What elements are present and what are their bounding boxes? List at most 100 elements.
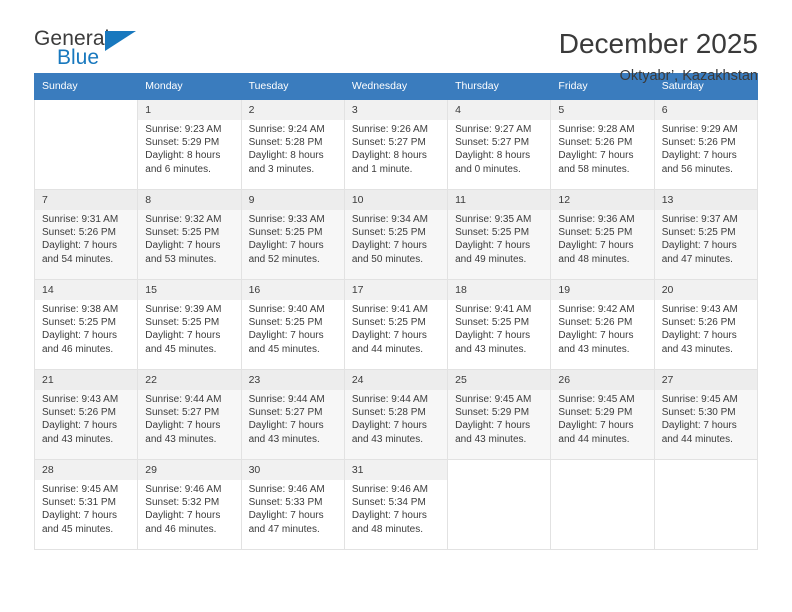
calendar-day-cell[interactable]: 9 Sunrise: 9:33 AM Sunset: 5:25 PM Daylight…: [240, 189, 345, 280]
weekday-header-sunday: Sunday: [33, 73, 139, 100]
calendar-day-cell[interactable]: 6 Sunrise: 9:29 AM Sunset: 5:26 PM Daylight…: [653, 99, 759, 190]
sunrise-text: Sunrise: 9:41 AM: [351, 304, 428, 315]
calendar-day-cell[interactable]: 11 Sunrise: 9:35 AM Sunset: 5:25 PM Dayligh…: [447, 189, 552, 280]
calendar-day-cell[interactable]: 29 Sunrise: 9:46 AM Sunset: 5:32 PM Dayligh…: [137, 459, 242, 550]
calendar-day-cell[interactable]: 27 Sunrise: 9:45 AM Sunset: 5:30 PM Dayligh…: [653, 369, 759, 460]
daylight-text: and 53 minutes.: [145, 253, 217, 265]
daylight-text: and 52 minutes.: [248, 253, 320, 265]
sunset-text: Sunset: 5:27 PM: [351, 137, 426, 149]
calendar-week-row: 14 Sunrise: 9:38 AM Sunset: 5:25 PM Dayligh…: [33, 279, 759, 370]
calendar-day-cell[interactable]: 13 Sunrise: 9:37 AM Sunset: 5:25 PM Dayligh…: [653, 189, 759, 280]
weekday-header-monday: Monday: [137, 73, 242, 100]
calendar-day-cell[interactable]: 25 Sunrise: 9:45 AM Sunset: 5:29 PM Dayligh…: [447, 369, 552, 460]
calendar-day-cell[interactable]: 28 Sunrise: 9:45 AM Sunset: 5:31 PM Dayligh…: [33, 459, 139, 550]
daylight-text: and 47 minutes.: [661, 253, 733, 265]
general-blue-logo[interactable]: General Blue: [34, 28, 154, 76]
calendar-day-cell[interactable]: 4 Sunrise: 9:27 AM Sunset: 5:27 PM Daylight…: [447, 99, 552, 190]
calendar-day-cell[interactable]: 5 Sunrise: 9:28 AM Sunset: 5:26 PM Daylight…: [550, 99, 655, 190]
calendar-day-cell[interactable]: 18 Sunrise: 9:41 AM Sunset: 5:25 PM Dayligh…: [447, 279, 552, 370]
daylight-text: Daylight: 7 hours: [248, 420, 324, 432]
sunset-text: Sunset: 5:28 PM: [351, 407, 426, 419]
sunrise-text: Sunrise: 9:44 AM: [351, 394, 428, 405]
daylight-text: and 43 minutes.: [42, 433, 114, 445]
sunset-text: Sunset: 5:26 PM: [558, 317, 633, 329]
daylight-text: Daylight: 8 hours: [455, 150, 531, 162]
sunrise-text: Sunrise: 9:35 AM: [455, 214, 532, 225]
sunrise-text: Sunrise: 9:23 AM: [145, 124, 222, 135]
calendar-day-cell[interactable]: 3 Sunrise: 9:26 AM Sunset: 5:27 PM Daylight…: [343, 99, 449, 190]
sunrise-text: Sunrise: 9:27 AM: [455, 124, 532, 135]
daylight-text: Daylight: 7 hours: [145, 330, 221, 342]
daylight-text: and 3 minutes.: [248, 163, 315, 175]
daylight-text: Daylight: 7 hours: [351, 420, 427, 432]
sunrise-text: Sunrise: 9:34 AM: [351, 214, 428, 225]
day-number: 21: [35, 370, 138, 390]
triangle-icon: [105, 31, 136, 51]
daylight-text: and 48 minutes.: [558, 253, 630, 265]
calendar-day-cell[interactable]: 26 Sunrise: 9:45 AM Sunset: 5:29 PM Dayligh…: [550, 369, 655, 460]
calendar-day-cell[interactable]: 12 Sunrise: 9:36 AM Sunset: 5:25 PM Dayligh…: [550, 189, 655, 280]
sunset-text: Sunset: 5:31 PM: [42, 497, 116, 509]
calendar-week-row: 7 Sunrise: 9:31 AM Sunset: 5:26 PM Daylight…: [33, 189, 759, 280]
daylight-text: and 54 minutes.: [42, 253, 114, 265]
sunset-text: Sunset: 5:25 PM: [351, 317, 426, 329]
calendar-day-cell[interactable]: 19 Sunrise: 9:42 AM Sunset: 5:26 PM Dayligh…: [550, 279, 655, 370]
calendar-day-cell[interactable]: 30 Sunrise: 9:46 AM Sunset: 5:33 PM Dayligh…: [240, 459, 345, 550]
calendar-day-cell[interactable]: 16 Sunrise: 9:40 AM Sunset: 5:25 PM Dayligh…: [240, 279, 345, 370]
page-subtitle: Oktyabr’, Kazakhstan: [619, 68, 758, 84]
day-details: Sunrise: 9:44 AM Sunset: 5:27 PM Daylight:…: [242, 390, 344, 446]
day-number: 6: [654, 100, 757, 120]
calendar-day-cell[interactable]: 2 Sunrise: 9:24 AM Sunset: 5:28 PM Daylight…: [240, 99, 345, 190]
sunset-text: Sunset: 5:25 PM: [145, 317, 220, 329]
day-details: Sunrise: 9:38 AM Sunset: 5:25 PM Daylight:…: [35, 300, 137, 356]
daylight-text: and 45 minutes.: [145, 343, 217, 355]
calendar-day-cell[interactable]: 24 Sunrise: 9:44 AM Sunset: 5:28 PM Dayligh…: [343, 369, 449, 460]
calendar-day-cell[interactable]: 8 Sunrise: 9:32 AM Sunset: 5:25 PM Daylight…: [137, 189, 242, 280]
calendar-day-cell[interactable]: 7 Sunrise: 9:31 AM Sunset: 5:26 PM Daylight…: [33, 189, 139, 280]
day-details: Sunrise: 9:39 AM Sunset: 5:25 PM Daylight:…: [138, 300, 240, 356]
daylight-text: Daylight: 7 hours: [661, 330, 737, 342]
sunset-text: Sunset: 5:25 PM: [42, 317, 116, 329]
sunrise-text: Sunrise: 9:45 AM: [42, 484, 119, 495]
sunrise-text: Sunrise: 9:29 AM: [661, 124, 738, 135]
daylight-text: and 43 minutes.: [351, 433, 424, 445]
day-details: Sunrise: 9:46 AM Sunset: 5:32 PM Daylight:…: [138, 480, 240, 536]
sunrise-text: Sunrise: 9:45 AM: [455, 394, 532, 405]
calendar-day-cell[interactable]: 20 Sunrise: 9:43 AM Sunset: 5:26 PM Dayligh…: [653, 279, 759, 370]
calendar-day-cell[interactable]: 23 Sunrise: 9:44 AM Sunset: 5:27 PM Dayligh…: [240, 369, 345, 460]
calendar-body: 1 Sunrise: 9:23 AM Sunset: 5:29 PM Daylight…: [33, 99, 759, 550]
sunrise-text: Sunrise: 9:46 AM: [248, 484, 325, 495]
day-details: Sunrise: 9:31 AM Sunset: 5:26 PM Daylight:…: [35, 210, 137, 266]
day-details: Sunrise: 9:26 AM Sunset: 5:27 PM Daylight:…: [345, 120, 447, 176]
daylight-text: Daylight: 7 hours: [455, 420, 531, 432]
sunset-text: Sunset: 5:27 PM: [145, 407, 220, 419]
sunrise-text: Sunrise: 9:38 AM: [42, 304, 119, 315]
daylight-text: and 43 minutes.: [248, 433, 320, 445]
day-number: 1: [138, 100, 241, 120]
sunrise-text: Sunrise: 9:43 AM: [42, 394, 119, 405]
calendar-day-cell[interactable]: 31 Sunrise: 9:46 AM Sunset: 5:34 PM Dayligh…: [343, 459, 449, 550]
weekday-header-thursday: Thursday: [447, 73, 552, 100]
sunset-text: Sunset: 5:30 PM: [661, 407, 736, 419]
day-number: 23: [241, 370, 344, 390]
sunset-text: Sunset: 5:34 PM: [351, 497, 426, 509]
daylight-text: Daylight: 7 hours: [248, 240, 324, 252]
day-number: 24: [344, 370, 448, 390]
logo-word-blue: Blue: [57, 46, 100, 69]
sunrise-text: Sunrise: 9:33 AM: [248, 214, 325, 225]
daylight-text: and 49 minutes.: [455, 253, 527, 265]
sunrise-text: Sunrise: 9:44 AM: [248, 394, 325, 405]
calendar-day-cell[interactable]: 14 Sunrise: 9:38 AM Sunset: 5:25 PM Dayligh…: [33, 279, 139, 370]
calendar-day-cell[interactable]: 15 Sunrise: 9:39 AM Sunset: 5:25 PM Dayligh…: [137, 279, 242, 370]
daylight-text: and 6 minutes.: [145, 163, 211, 175]
calendar-day-cell[interactable]: 22 Sunrise: 9:44 AM Sunset: 5:27 PM Dayligh…: [137, 369, 242, 460]
calendar-day-cell[interactable]: 10 Sunrise: 9:34 AM Sunset: 5:25 PM Dayligh…: [343, 189, 449, 280]
day-number: 26: [551, 370, 654, 390]
daylight-text: and 45 minutes.: [248, 343, 320, 355]
calendar-day-cell[interactable]: 21 Sunrise: 9:43 AM Sunset: 5:26 PM Dayligh…: [33, 369, 139, 460]
day-number: [655, 460, 757, 480]
daylight-text: Daylight: 7 hours: [558, 330, 634, 342]
calendar-day-cell[interactable]: 17 Sunrise: 9:41 AM Sunset: 5:25 PM Dayligh…: [343, 279, 449, 370]
daylight-text: and 45 minutes.: [42, 523, 114, 535]
calendar-day-cell[interactable]: 1 Sunrise: 9:23 AM Sunset: 5:29 PM Daylight…: [137, 99, 242, 190]
